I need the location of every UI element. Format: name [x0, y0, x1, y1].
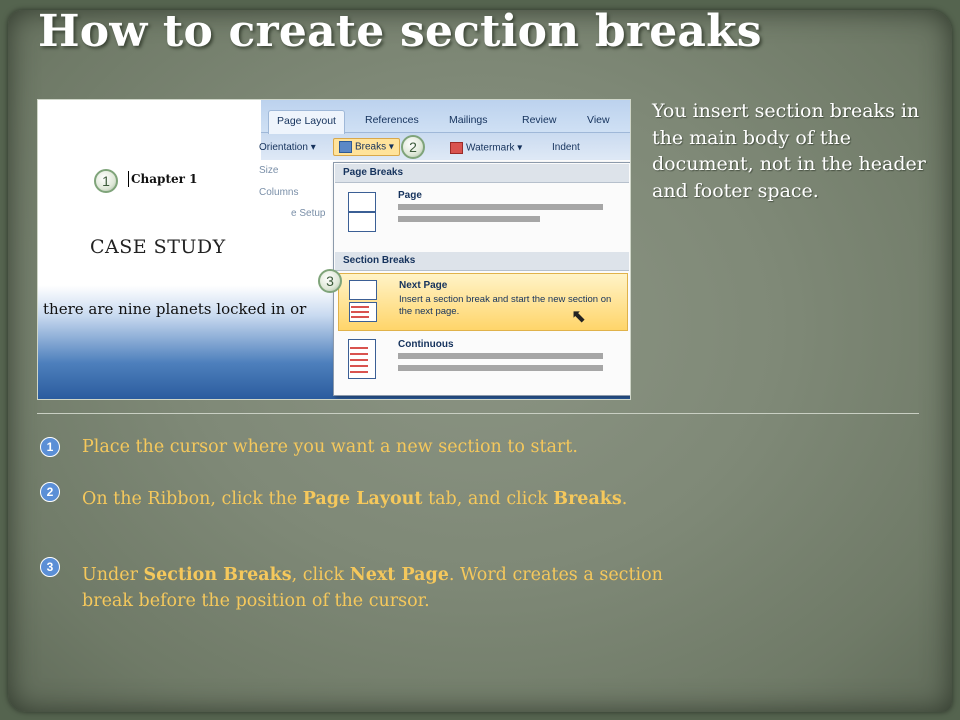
tab-references: References	[365, 114, 419, 126]
page-setup-label: e Setup	[291, 208, 326, 219]
page-break-icon	[346, 190, 378, 232]
side-note: You insert section breaks in the main bo…	[652, 100, 926, 202]
step-2-text: On the Ribbon, click the Page Layout tab…	[82, 489, 628, 509]
size-button: Size	[259, 165, 279, 176]
callout-1-badge: 1	[94, 169, 118, 193]
next-page-icon	[347, 280, 379, 322]
step-2-bold-breaks: Breaks	[553, 489, 622, 509]
tab-review: Review	[522, 114, 557, 126]
step-3-bold-section-breaks: Section Breaks	[143, 565, 292, 585]
indent-label: Indent	[552, 142, 580, 153]
menu-item-continuous: Continuous	[338, 333, 626, 387]
breaks-icon	[339, 141, 352, 153]
step-3-number-icon: 3	[40, 557, 60, 577]
step-1-text: Place the cursor where you want a new se…	[82, 437, 578, 457]
menu-header-section-breaks: Section Breaks	[335, 252, 629, 271]
breaks-button: Breaks ▾	[333, 138, 400, 156]
menu-header-page-breaks: Page Breaks	[335, 164, 629, 183]
doc-body-text: there are nine planets locked in or	[43, 300, 307, 318]
watermark-icon	[450, 142, 463, 154]
continuous-icon	[346, 339, 378, 379]
menu-item-page-title: Page	[398, 190, 422, 201]
text-cursor	[128, 171, 129, 187]
divider-line	[37, 413, 919, 414]
step-1-number-icon: 1	[40, 437, 60, 457]
menu-item-continuous-title: Continuous	[398, 339, 454, 350]
step-3-text: Under Section Breaks, click Next Page. W…	[82, 565, 663, 611]
tab-view: View	[587, 114, 610, 126]
callout-2-badge: 2	[401, 135, 425, 159]
menu-item-page: Page	[338, 184, 626, 238]
columns-button: Columns	[259, 187, 299, 198]
word-screenshot: Page Layout References Mailings Review V…	[37, 99, 631, 400]
step-2-number-icon: 2	[40, 482, 60, 502]
slide-title: How to create section breaks	[38, 6, 762, 57]
orientation-button: Orientation ▾	[259, 142, 316, 153]
tab-page-layout: Page Layout	[268, 110, 345, 134]
step-2-bold-page-layout: Page Layout	[302, 489, 423, 509]
tab-mailings: Mailings	[449, 114, 488, 126]
watermark-button: Watermark ▾	[450, 142, 522, 154]
menu-item-next-page-title: Next Page	[399, 280, 448, 291]
mouse-pointer-icon: ⬉	[571, 306, 587, 327]
doc-chapter-heading: Chapter 1	[131, 172, 198, 186]
breaks-dropdown-menu: Page Breaks Page Section Breaks Next Pag…	[333, 162, 630, 396]
step-3-bold-next-page: Next Page	[349, 565, 449, 585]
callout-3-badge: 3	[318, 269, 342, 293]
doc-case-study: CASE STUDY	[90, 236, 226, 258]
